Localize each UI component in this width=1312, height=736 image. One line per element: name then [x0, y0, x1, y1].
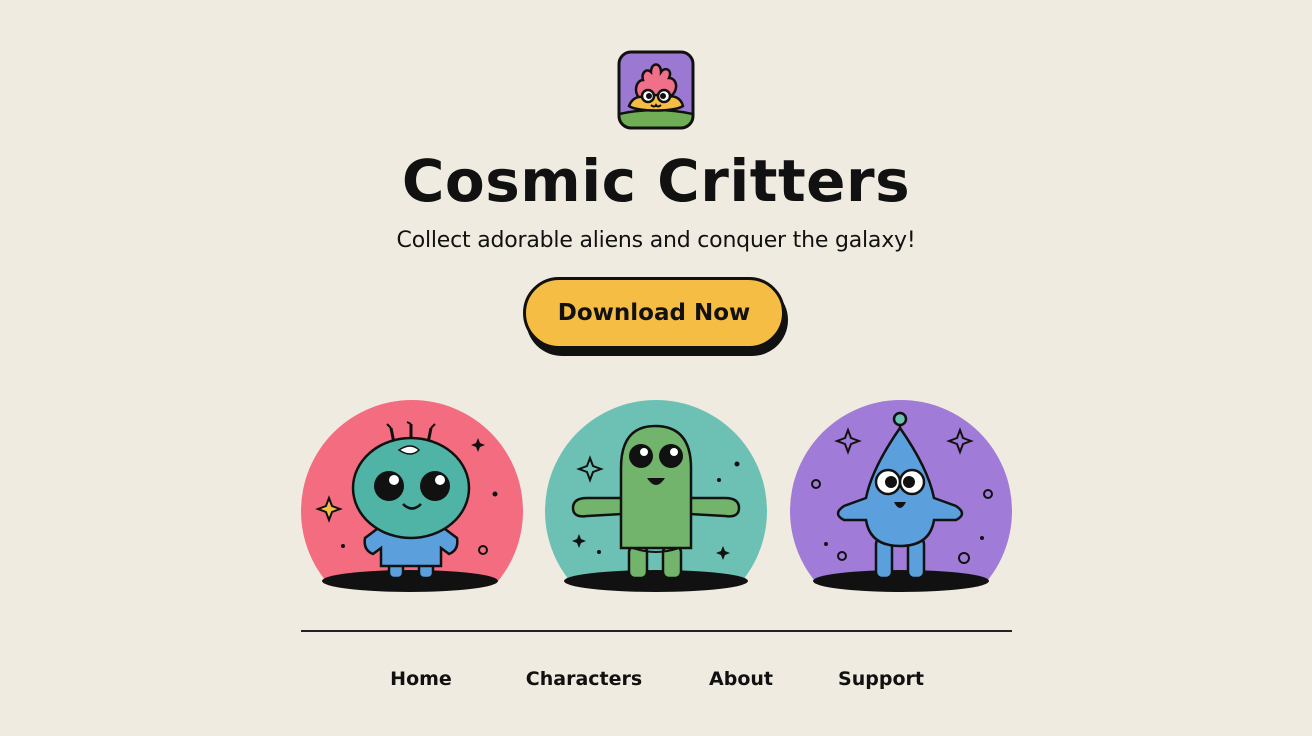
nav-item-support[interactable]: Support — [832, 664, 930, 694]
critter-card-teal-alien — [299, 398, 525, 598]
nav-item-home[interactable]: Home — [380, 664, 462, 694]
landing-page: Cosmic Critters Collect adorable aliens … — [0, 0, 1312, 736]
download-button[interactable]: Download Now — [523, 277, 785, 349]
critter-card-green-alien — [543, 398, 769, 598]
blue-cone-alien-icon — [790, 400, 1012, 592]
app-title: Cosmic Critters — [401, 147, 911, 215]
nav-item-about[interactable]: About — [702, 664, 780, 694]
green-blob-alien-icon — [545, 400, 767, 592]
critter-card-blue-alien — [788, 398, 1014, 598]
app-tagline: Collect adorable aliens and conquer the … — [396, 228, 916, 253]
alien-app-icon — [617, 50, 695, 130]
footer-divider — [301, 630, 1012, 632]
teal-antenna-alien-icon — [301, 400, 523, 592]
nav-item-characters[interactable]: Characters — [518, 664, 650, 694]
